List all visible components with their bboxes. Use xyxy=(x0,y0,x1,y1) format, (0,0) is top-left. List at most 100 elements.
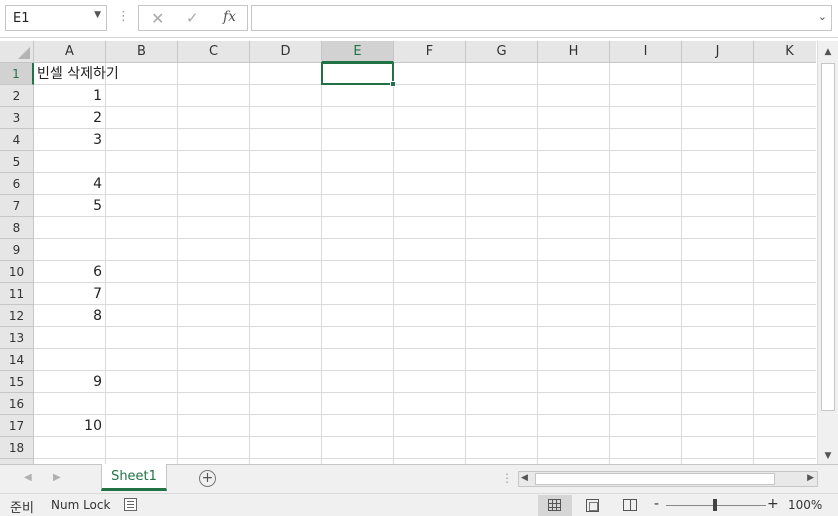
cell-j1[interactable] xyxy=(682,63,754,85)
cell-i2[interactable] xyxy=(610,85,682,107)
cell-j5[interactable] xyxy=(682,151,754,173)
cell-f7[interactable] xyxy=(394,195,466,217)
cell-c1[interactable] xyxy=(178,63,250,85)
row-header-7[interactable]: 7 xyxy=(0,195,34,217)
cell-h1[interactable] xyxy=(538,63,610,85)
cell-e11[interactable] xyxy=(322,283,394,305)
row-header-16[interactable]: 16 xyxy=(0,393,34,415)
cell-g15[interactable] xyxy=(466,371,538,393)
cell-c15[interactable] xyxy=(178,371,250,393)
cell-g14[interactable] xyxy=(466,349,538,371)
cell-d17[interactable] xyxy=(250,415,322,437)
scroll-up-icon[interactable]: ▲ xyxy=(821,45,835,59)
horizontal-scroll-thumb[interactable] xyxy=(535,473,775,485)
cell-f16[interactable] xyxy=(394,393,466,415)
cell-j18[interactable] xyxy=(682,437,754,459)
cell-k17[interactable] xyxy=(754,415,816,437)
cell-g17[interactable] xyxy=(466,415,538,437)
check-icon[interactable]: ✓ xyxy=(186,9,199,27)
cell-f8[interactable] xyxy=(394,217,466,239)
cell-k13[interactable] xyxy=(754,327,816,349)
cell-e3[interactable] xyxy=(322,107,394,129)
cell-k9[interactable] xyxy=(754,239,816,261)
cell-k2[interactable] xyxy=(754,85,816,107)
select-all-button[interactable] xyxy=(0,41,34,63)
cell-e6[interactable] xyxy=(322,173,394,195)
cell-g9[interactable] xyxy=(466,239,538,261)
column-header-k[interactable]: K xyxy=(754,41,816,63)
cell-k5[interactable] xyxy=(754,151,816,173)
cell-h17[interactable] xyxy=(538,415,610,437)
cell-c6[interactable] xyxy=(178,173,250,195)
column-header-i[interactable]: I xyxy=(610,41,682,63)
row-header-8[interactable]: 8 xyxy=(0,217,34,239)
cell-c17[interactable] xyxy=(178,415,250,437)
cell-k11[interactable] xyxy=(754,283,816,305)
cell-i16[interactable] xyxy=(610,393,682,415)
cell-i15[interactable] xyxy=(610,371,682,393)
column-header-b[interactable]: B xyxy=(106,41,178,63)
cell-k3[interactable] xyxy=(754,107,816,129)
cell-f15[interactable] xyxy=(394,371,466,393)
fill-handle[interactable] xyxy=(390,81,396,87)
cell-e1[interactable] xyxy=(322,63,394,85)
cell-e12[interactable] xyxy=(322,305,394,327)
cell-a6[interactable]: 4 xyxy=(34,173,106,195)
column-header-c[interactable]: C xyxy=(178,41,250,63)
cell-b7[interactable] xyxy=(106,195,178,217)
cell-g6[interactable] xyxy=(466,173,538,195)
page-break-view-icon[interactable] xyxy=(623,499,637,511)
cell-i12[interactable] xyxy=(610,305,682,327)
zoom-in-icon[interactable]: + xyxy=(767,496,779,512)
column-header-a[interactable]: A xyxy=(34,41,106,63)
cell-a14[interactable] xyxy=(34,349,106,371)
cell-d4[interactable] xyxy=(250,129,322,151)
cell-h15[interactable] xyxy=(538,371,610,393)
scroll-down-icon[interactable]: ▼ xyxy=(821,449,835,463)
cell-d8[interactable] xyxy=(250,217,322,239)
cell-c5[interactable] xyxy=(178,151,250,173)
row-header-9[interactable]: 9 xyxy=(0,239,34,261)
cell-b12[interactable] xyxy=(106,305,178,327)
cell-d10[interactable] xyxy=(250,261,322,283)
cell-j8[interactable] xyxy=(682,217,754,239)
scroll-left-icon[interactable]: ◀ xyxy=(521,473,528,483)
insert-function-icon[interactable]: fx xyxy=(223,9,236,25)
cell-i13[interactable] xyxy=(610,327,682,349)
cell-j7[interactable] xyxy=(682,195,754,217)
row-header-14[interactable]: 14 xyxy=(0,349,34,371)
cell-d9[interactable] xyxy=(250,239,322,261)
cell-k14[interactable] xyxy=(754,349,816,371)
cell-k4[interactable] xyxy=(754,129,816,151)
cell-d6[interactable] xyxy=(250,173,322,195)
cell-g2[interactable] xyxy=(466,85,538,107)
cell-a2[interactable]: 1 xyxy=(34,85,106,107)
cell-g7[interactable] xyxy=(466,195,538,217)
cell-d15[interactable] xyxy=(250,371,322,393)
cell-e7[interactable] xyxy=(322,195,394,217)
cell-a17[interactable]: 10 xyxy=(34,415,106,437)
cell-i5[interactable] xyxy=(610,151,682,173)
row-header-1[interactable]: 1 xyxy=(0,63,34,85)
column-header-f[interactable]: F xyxy=(394,41,466,63)
cell-k8[interactable] xyxy=(754,217,816,239)
cell-h6[interactable] xyxy=(538,173,610,195)
cell-h11[interactable] xyxy=(538,283,610,305)
cell-j17[interactable] xyxy=(682,415,754,437)
cell-g13[interactable] xyxy=(466,327,538,349)
cell-e18[interactable] xyxy=(322,437,394,459)
cell-i1[interactable] xyxy=(610,63,682,85)
cell-a5[interactable] xyxy=(34,151,106,173)
cell-a7[interactable]: 5 xyxy=(34,195,106,217)
cell-g11[interactable] xyxy=(466,283,538,305)
cell-a3[interactable]: 2 xyxy=(34,107,106,129)
cell-h14[interactable] xyxy=(538,349,610,371)
cell-e5[interactable] xyxy=(322,151,394,173)
tab-sheet1[interactable]: Sheet1 xyxy=(101,464,167,491)
cell-f11[interactable] xyxy=(394,283,466,305)
row-header-4[interactable]: 4 xyxy=(0,129,34,151)
cell-k15[interactable] xyxy=(754,371,816,393)
cell-c4[interactable] xyxy=(178,129,250,151)
cell-b4[interactable] xyxy=(106,129,178,151)
cell-a16[interactable] xyxy=(34,393,106,415)
